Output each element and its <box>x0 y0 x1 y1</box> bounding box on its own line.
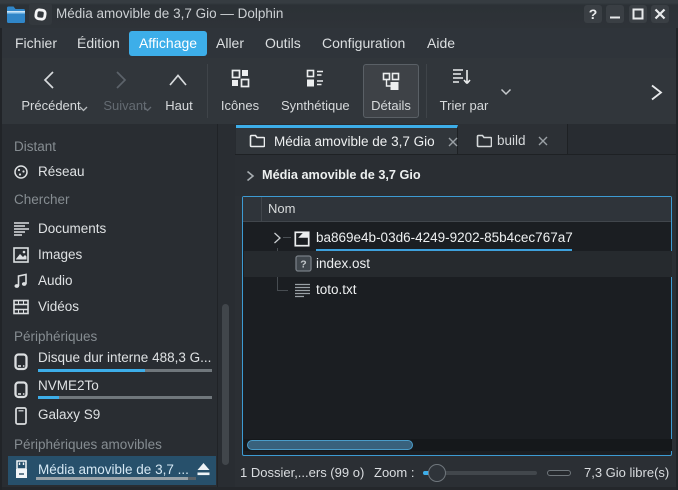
svg-text:?: ? <box>300 259 306 271</box>
